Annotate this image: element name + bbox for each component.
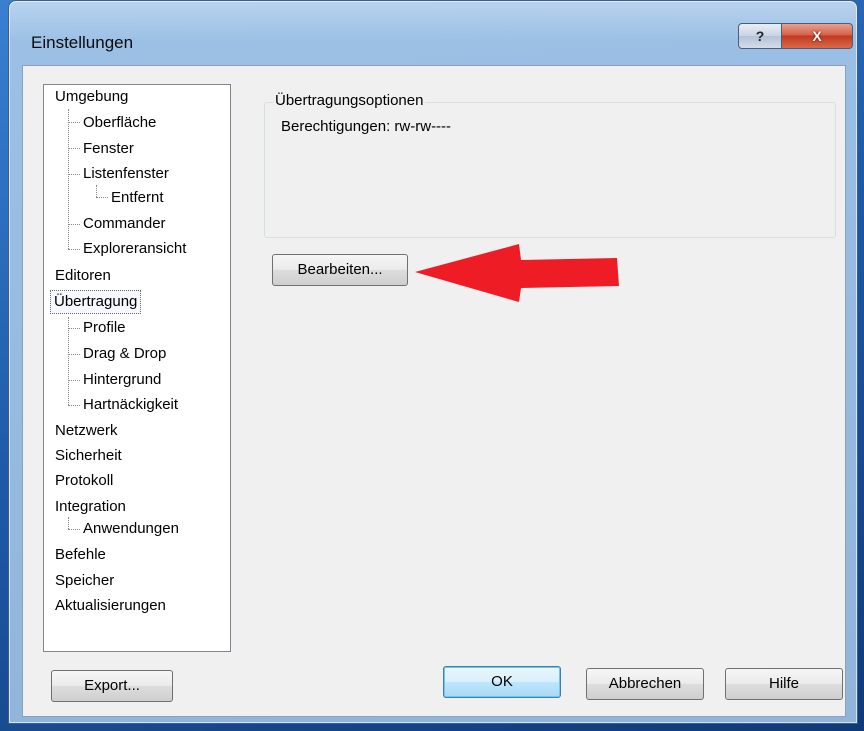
settings-tree[interactable]: Umgebung Oberfläche Fenster Listenfenste…	[43, 84, 231, 652]
tree-connector	[68, 328, 80, 329]
permissions-text: Berechtigungen: rw-rw----	[281, 118, 452, 135]
tree-connector	[68, 122, 80, 123]
tree-item-fenster[interactable]: Fenster	[80, 137, 137, 161]
tree-connector	[68, 148, 80, 149]
tree-item-commander[interactable]: Commander	[80, 212, 169, 236]
title-bar[interactable]: Einstellungen ? X	[9, 1, 857, 65]
tree-connector	[68, 224, 80, 225]
tree-item-umgebung[interactable]: Umgebung	[52, 85, 131, 109]
help-caption-button[interactable]: ?	[738, 23, 782, 49]
help-button[interactable]: Hilfe	[725, 668, 843, 700]
tree-item-protokoll[interactable]: Protokoll	[52, 469, 116, 493]
tree-item-hartnaeckigkeit[interactable]: Hartnäckigkeit	[80, 393, 181, 417]
tree-connector	[68, 354, 80, 355]
tree-item-editoren[interactable]: Editoren	[52, 264, 114, 288]
close-icon: X	[812, 28, 822, 44]
red-arrow-annotation	[415, 244, 619, 302]
caption-buttons: ? X	[738, 23, 853, 49]
tree-connector	[68, 529, 80, 530]
tree-connector	[96, 197, 108, 198]
tree-connector	[68, 405, 80, 406]
tree-connector	[68, 109, 69, 249]
cancel-button[interactable]: Abbrechen	[586, 668, 704, 700]
tree-item-anwendungen[interactable]: Anwendungen	[80, 517, 182, 541]
tree-connector	[96, 185, 97, 197]
arrow-shape	[415, 244, 619, 302]
tree-item-integration[interactable]: Integration	[52, 495, 129, 519]
ok-button[interactable]: OK	[443, 666, 561, 698]
export-button[interactable]: Export...	[51, 670, 173, 702]
tree-item-exploreransicht[interactable]: Exploreransicht	[80, 237, 189, 261]
tree-connector	[68, 174, 80, 175]
tree-item-befehle[interactable]: Befehle	[52, 543, 109, 567]
tree-item-uebertragung[interactable]: Übertragung	[50, 290, 142, 314]
group-title: Übertragungsoptionen	[273, 92, 426, 109]
window-title: Einstellungen	[31, 33, 134, 52]
tree-item-aktualisierungen[interactable]: Aktualisierungen	[52, 594, 169, 618]
dialog-client-area: Umgebung Oberfläche Fenster Listenfenste…	[22, 65, 846, 717]
tree-item-profile[interactable]: Profile	[80, 316, 129, 340]
tree-item-netzwerk[interactable]: Netzwerk	[52, 419, 121, 443]
edit-button[interactable]: Bearbeiten...	[272, 254, 408, 286]
settings-dialog: Einstellungen ? X Umgebung Oberfläche Fe…	[8, 0, 858, 724]
tree-item-listenfenster[interactable]: Listenfenster	[80, 162, 172, 186]
tree-item-speicher[interactable]: Speicher	[52, 569, 117, 593]
question-icon: ?	[755, 28, 765, 44]
tree-item-oberflaeche[interactable]: Oberfläche	[80, 111, 159, 135]
tree-connector	[68, 380, 80, 381]
close-button[interactable]: X	[782, 23, 853, 49]
tree-item-sicherheit[interactable]: Sicherheit	[52, 444, 125, 468]
tree-item-hintergrund[interactable]: Hintergrund	[80, 368, 164, 392]
tree-item-drag-drop[interactable]: Drag & Drop	[80, 342, 169, 366]
tree-connector	[68, 317, 69, 405]
tree-connector	[68, 249, 80, 250]
tree-item-entfernt[interactable]: Entfernt	[108, 186, 167, 210]
